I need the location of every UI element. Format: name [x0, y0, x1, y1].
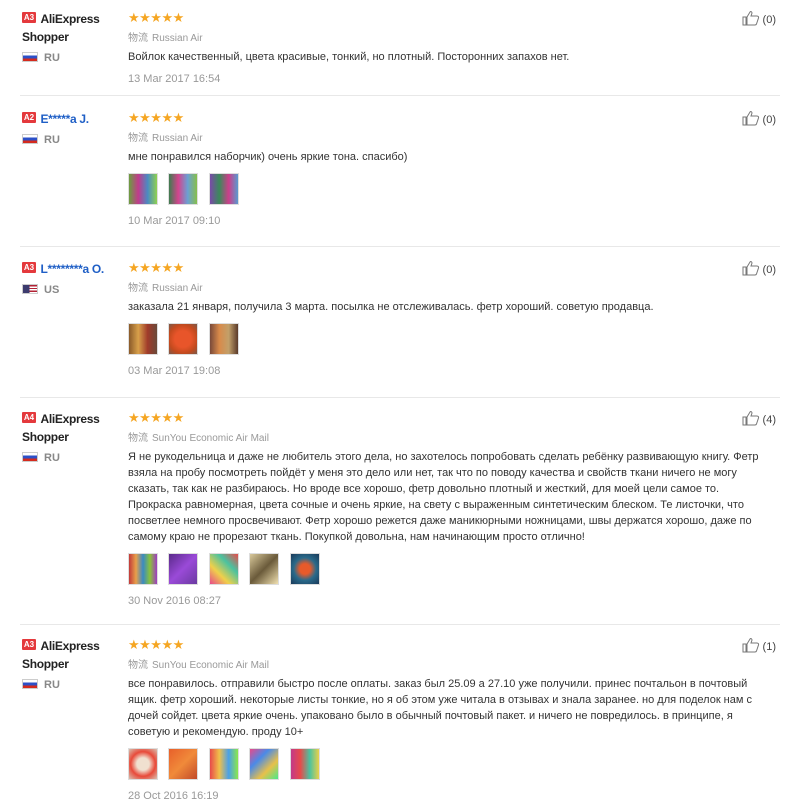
review-item: A4 AliExpress Shopper RU ★★★★★ 物流 SunYou … [20, 400, 780, 625]
review-photo-thumbnail[interactable] [289, 748, 320, 780]
review-date: 10 Mar 2017 09:10 [128, 215, 221, 227]
like-button[interactable]: (0) [742, 10, 776, 26]
review-photo-thumbnail[interactable] [128, 748, 158, 780]
shipping-method: 物流 SunYou Economic Air Mail [128, 660, 269, 671]
review-photo-thumbnail[interactable] [249, 553, 280, 585]
review-photo-thumbnail[interactable] [168, 173, 199, 205]
review-date: 30 Nov 2016 08:27 [128, 595, 221, 607]
review-photo-thumbnail[interactable] [208, 553, 239, 585]
thumbs-up-icon [742, 411, 759, 426]
star-rating: ★★★★★ [128, 637, 184, 652]
reviewer-info: A3 AliExpress Shopper RU [22, 10, 122, 64]
review-photos [128, 553, 768, 587]
flag-ru-icon [22, 134, 38, 144]
review-text: мне понравился наборчик) очень яркие тон… [128, 151, 408, 163]
review-item: A3 AliExpress Shopper RU ★★★★★ 物流 Russian… [20, 0, 780, 96]
user-level-badge: A3 [22, 12, 36, 23]
shipping-method: 物流 Russian Air [128, 283, 203, 294]
review-photos [128, 748, 768, 782]
review-photo-thumbnail[interactable] [249, 748, 280, 780]
review-item: A3 AliExpress Shopper RU ★★★★★ 物流 SunYou … [20, 627, 780, 810]
review-body: ★★★★★ 物流 Russian Air Войлок качественный,… [128, 10, 768, 85]
user-level-badge: A3 [22, 262, 36, 273]
review-text: Войлок качественный, цвета красивые, тон… [128, 51, 570, 63]
shipping-method: 物流 Russian Air [128, 33, 203, 44]
like-button[interactable]: (1) [742, 637, 776, 653]
review-photo-thumbnail[interactable] [168, 323, 199, 355]
review-photo-thumbnail[interactable] [208, 173, 239, 205]
star-rating: ★★★★★ [128, 260, 184, 275]
thumbs-up-icon [742, 11, 759, 26]
review-body: ★★★★★ 物流 Russian Air мне понравился набор… [128, 110, 768, 227]
flag-ru-icon [22, 52, 38, 62]
review-body: ★★★★★ 物流 SunYou Economic Air Mail все пон… [128, 637, 768, 802]
flag-ru-icon [22, 452, 38, 462]
reviewer-name[interactable]: E*****a J. [40, 112, 89, 126]
review-photo-thumbnail[interactable] [128, 553, 158, 585]
review-item: A2 E*****a J. RU ★★★★★ 物流 Russian Air мне… [20, 100, 780, 247]
review-photos [128, 173, 768, 207]
review-photos [128, 323, 768, 357]
flag-us-icon [22, 284, 38, 294]
reviewer-country: US [22, 284, 122, 296]
reviewer-country: RU [22, 452, 122, 464]
review-photo-thumbnail[interactable] [128, 323, 158, 355]
reviewer-info: A2 E*****a J. RU [22, 110, 122, 146]
review-date: 13 Mar 2017 16:54 [128, 73, 221, 85]
thumbs-up-icon [742, 111, 759, 126]
review-body: ★★★★★ 物流 SunYou Economic Air Mail Я не ру… [128, 410, 768, 607]
review-text: Я не рукодельница и даже не любитель это… [128, 451, 759, 543]
review-body: ★★★★★ 物流 Russian Air заказала 21 января, … [128, 260, 768, 377]
review-photo-thumbnail[interactable] [208, 748, 239, 780]
user-level-badge: A2 [22, 112, 36, 123]
reviewer-info: A3 AliExpress Shopper RU [22, 637, 122, 691]
thumbs-up-icon [742, 638, 759, 653]
review-photo-thumbnail[interactable] [289, 553, 320, 585]
star-rating: ★★★★★ [128, 410, 184, 425]
star-rating: ★★★★★ [128, 10, 184, 25]
review-photo-thumbnail[interactable] [168, 748, 199, 780]
user-level-badge: A4 [22, 412, 36, 423]
user-level-badge: A3 [22, 639, 36, 650]
like-button[interactable]: (0) [742, 110, 776, 126]
reviewer-name[interactable]: L********a O. [40, 262, 104, 276]
reviewer-country: RU [22, 134, 122, 146]
reviewer-info: A4 AliExpress Shopper RU [22, 410, 122, 464]
star-rating: ★★★★★ [128, 110, 184, 125]
review-text: заказала 21 января, получила 3 марта. по… [128, 301, 654, 313]
review-photo-thumbnail[interactable] [128, 173, 158, 205]
flag-ru-icon [22, 679, 38, 689]
reviewer-country: RU [22, 679, 122, 691]
like-button[interactable]: (4) [742, 410, 776, 426]
like-button[interactable]: (0) [742, 260, 776, 276]
review-date: 03 Mar 2017 19:08 [128, 365, 221, 377]
thumbs-up-icon [742, 261, 759, 276]
review-photo-thumbnail[interactable] [208, 323, 239, 355]
review-date: 28 Oct 2016 16:19 [128, 790, 219, 802]
shipping-method: 物流 Russian Air [128, 133, 203, 144]
reviewer-info: A3 L********a O. US [22, 260, 122, 296]
review-text: все понравилось. отправили быстро после … [128, 678, 752, 738]
review-item: A3 L********a O. US ★★★★★ 物流 Russian Air … [20, 250, 780, 398]
review-photo-thumbnail[interactable] [168, 553, 199, 585]
reviewer-country: RU [22, 52, 122, 64]
shipping-method: 物流 SunYou Economic Air Mail [128, 433, 269, 444]
